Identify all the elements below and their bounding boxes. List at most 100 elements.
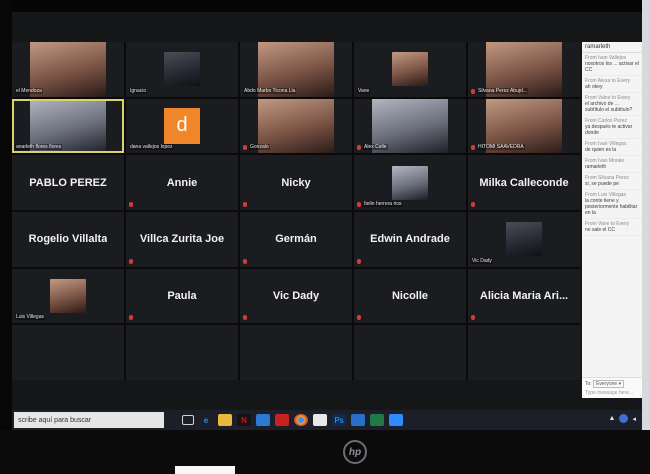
monitor-bezel-top (0, 0, 650, 12)
store-icon[interactable] (256, 414, 270, 426)
chat-message-text: de quien es la (585, 147, 617, 153)
participant-name-label: Silvana Perez Abujd... (477, 87, 528, 94)
participant-tile[interactable]: Paula (126, 268, 238, 324)
task-view-icon[interactable] (182, 415, 194, 425)
participant-tile[interactable]: Alicia Maria Ari... (468, 268, 580, 324)
participant-tile[interactable]: Villca Zurita Joe (126, 212, 238, 267)
chat-recipient: ramarleth (582, 42, 642, 53)
windows-taskbar: scribe aquí para buscar e N Ps ▲ ◂ (12, 410, 642, 430)
participant-name-label: Gonzalo (249, 144, 270, 151)
system-tray: ▲ ◂ (609, 414, 636, 423)
participant-tile[interactable]: Nicolle (354, 268, 466, 324)
muted-mic-icon (129, 315, 133, 321)
participant-name-label: Itelin herrera rios (363, 201, 403, 207)
photoshop-icon[interactable]: Ps (332, 414, 346, 426)
participant-tile[interactable]: Silvana Perez Abujd... (468, 42, 580, 97)
muted-mic-icon (471, 202, 475, 207)
monitor-bezel-left (0, 0, 12, 474)
edge-icon[interactable]: e (199, 414, 213, 426)
empty-tile (354, 325, 466, 380)
muted-mic-icon (357, 315, 361, 321)
participant-name-label: Luis Villegas (15, 314, 45, 321)
participant-tile[interactable]: Abdo Marbo Ticona Lla (240, 42, 352, 97)
participant-name: Annie (166, 176, 198, 189)
monitor-chin (0, 430, 650, 474)
participant-tile[interactable]: Luis Villegas (12, 268, 124, 324)
participant-name-label: anarleth flores flores (15, 144, 63, 151)
muted-mic-icon (471, 88, 475, 94)
participant-tile[interactable]: Annie (126, 155, 238, 210)
network-icon[interactable]: ▲ (609, 415, 616, 422)
zoom-icon[interactable] (389, 414, 403, 426)
muted-mic-icon (243, 258, 247, 264)
chat-message-text: el archivo de ... subtítulo el subtítulo… (585, 101, 633, 113)
muted-mic-icon (243, 145, 247, 151)
participant-name: Rogelio Villalta (28, 233, 108, 246)
participant-video (50, 278, 86, 313)
participant-tile[interactable]: Germán (240, 212, 352, 267)
chat-message-text: no sale el CC (585, 227, 616, 233)
empty-tile (12, 325, 124, 380)
participant-tile[interactable]: Ignacio (126, 42, 238, 97)
paper-edge (175, 466, 235, 474)
participant-name-label: Ignacio (129, 87, 148, 94)
app-icon[interactable] (313, 414, 327, 426)
participant-tile[interactable]: Nicky (240, 155, 352, 210)
participant-tile[interactable]: Alex Celle (354, 98, 466, 154)
chat-footer: To: Everyone ▾ Type message here... (582, 377, 642, 398)
chat-message: From Silvana Perez si, se puede pe (582, 173, 642, 190)
empty-tile (468, 325, 580, 380)
participant-tile[interactable]: anarleth flores flores (12, 98, 124, 154)
taskbar-search-box[interactable]: scribe aquí para buscar (14, 412, 164, 428)
muted-mic-icon (357, 202, 361, 207)
participant-tile[interactable]: Vic Dady (468, 212, 580, 267)
chat-message-text: ya después te activar donde (585, 124, 633, 136)
muted-mic-icon (357, 145, 361, 151)
participant-tile[interactable]: HITOMI SAAVEDRA (468, 98, 580, 154)
participant-name: Nicolle (391, 289, 429, 302)
participant-name-label: Abdo Marbo Ticona Lla (243, 87, 297, 94)
participant-tile[interactable]: Vane (354, 42, 466, 97)
participant-tile[interactable]: Edwin Andrade (354, 212, 466, 267)
participant-name-label: el Mendoza (15, 87, 43, 94)
participant-tile[interactable]: PABLO PEREZ (12, 155, 124, 210)
file-explorer-icon[interactable] (218, 414, 232, 426)
acrobat-icon[interactable] (275, 414, 289, 426)
participant-name: Edwin Andrade (370, 233, 450, 246)
participant-tile[interactable]: Milka Calleconde (468, 155, 580, 210)
hp-logo: hp (343, 440, 367, 464)
participant-name: PABLO PEREZ (29, 176, 107, 189)
chat-messages: From Ivan Vallejos nosotros los ... activ… (582, 53, 642, 236)
participant-tile[interactable]: Vic Dady (240, 268, 352, 324)
chat-message-text: ramarleth (585, 164, 607, 170)
notification-icon[interactable] (619, 414, 629, 423)
participant-tile[interactable]: Gonzalo (240, 98, 352, 154)
muted-mic-icon (129, 202, 133, 207)
chat-input[interactable]: Type message here... (585, 390, 639, 396)
participant-tile[interactable]: el Mendoza (12, 42, 124, 97)
participant-gallery: el Mendoza Ignacio Abdo Marbo Ticona Lla Va… (12, 42, 580, 380)
participant-name: Germán (275, 233, 317, 246)
participant-name-label: Vic Dady (471, 257, 493, 264)
muted-mic-icon (471, 315, 475, 321)
participant-video (164, 52, 200, 87)
participant-video (506, 222, 542, 257)
volume-icon[interactable]: ◂ (632, 415, 636, 423)
chat-message: From Valne to Every el archivo de ... sub… (582, 93, 642, 116)
chat-message: From Ivan Villegas de quien es la (582, 139, 642, 156)
participant-name: Nicky (281, 176, 311, 189)
excel-icon[interactable] (370, 414, 384, 426)
participant-name: Vic Dady (272, 289, 320, 302)
netflix-icon[interactable]: N (237, 414, 251, 426)
participant-tile[interactable]: Itelin herrera rios (354, 155, 466, 210)
chat-recipient-select[interactable]: Everyone ▾ (593, 380, 625, 388)
participant-tile[interactable]: d dana vallejos lopez (126, 98, 238, 154)
chat-message: From Vane to Every no sale el CC (582, 219, 642, 236)
participant-name-label: HITOMI SAAVEDRA (477, 144, 525, 151)
mail-icon[interactable] (351, 414, 365, 426)
participant-tile[interactable]: Rogelio Villalta (12, 212, 124, 267)
empty-tile (240, 325, 352, 380)
chrome-icon[interactable] (294, 414, 308, 426)
monitor-right-edge (642, 0, 650, 474)
chat-message: From Luis Villegas la conte tiene y poste… (582, 190, 642, 219)
